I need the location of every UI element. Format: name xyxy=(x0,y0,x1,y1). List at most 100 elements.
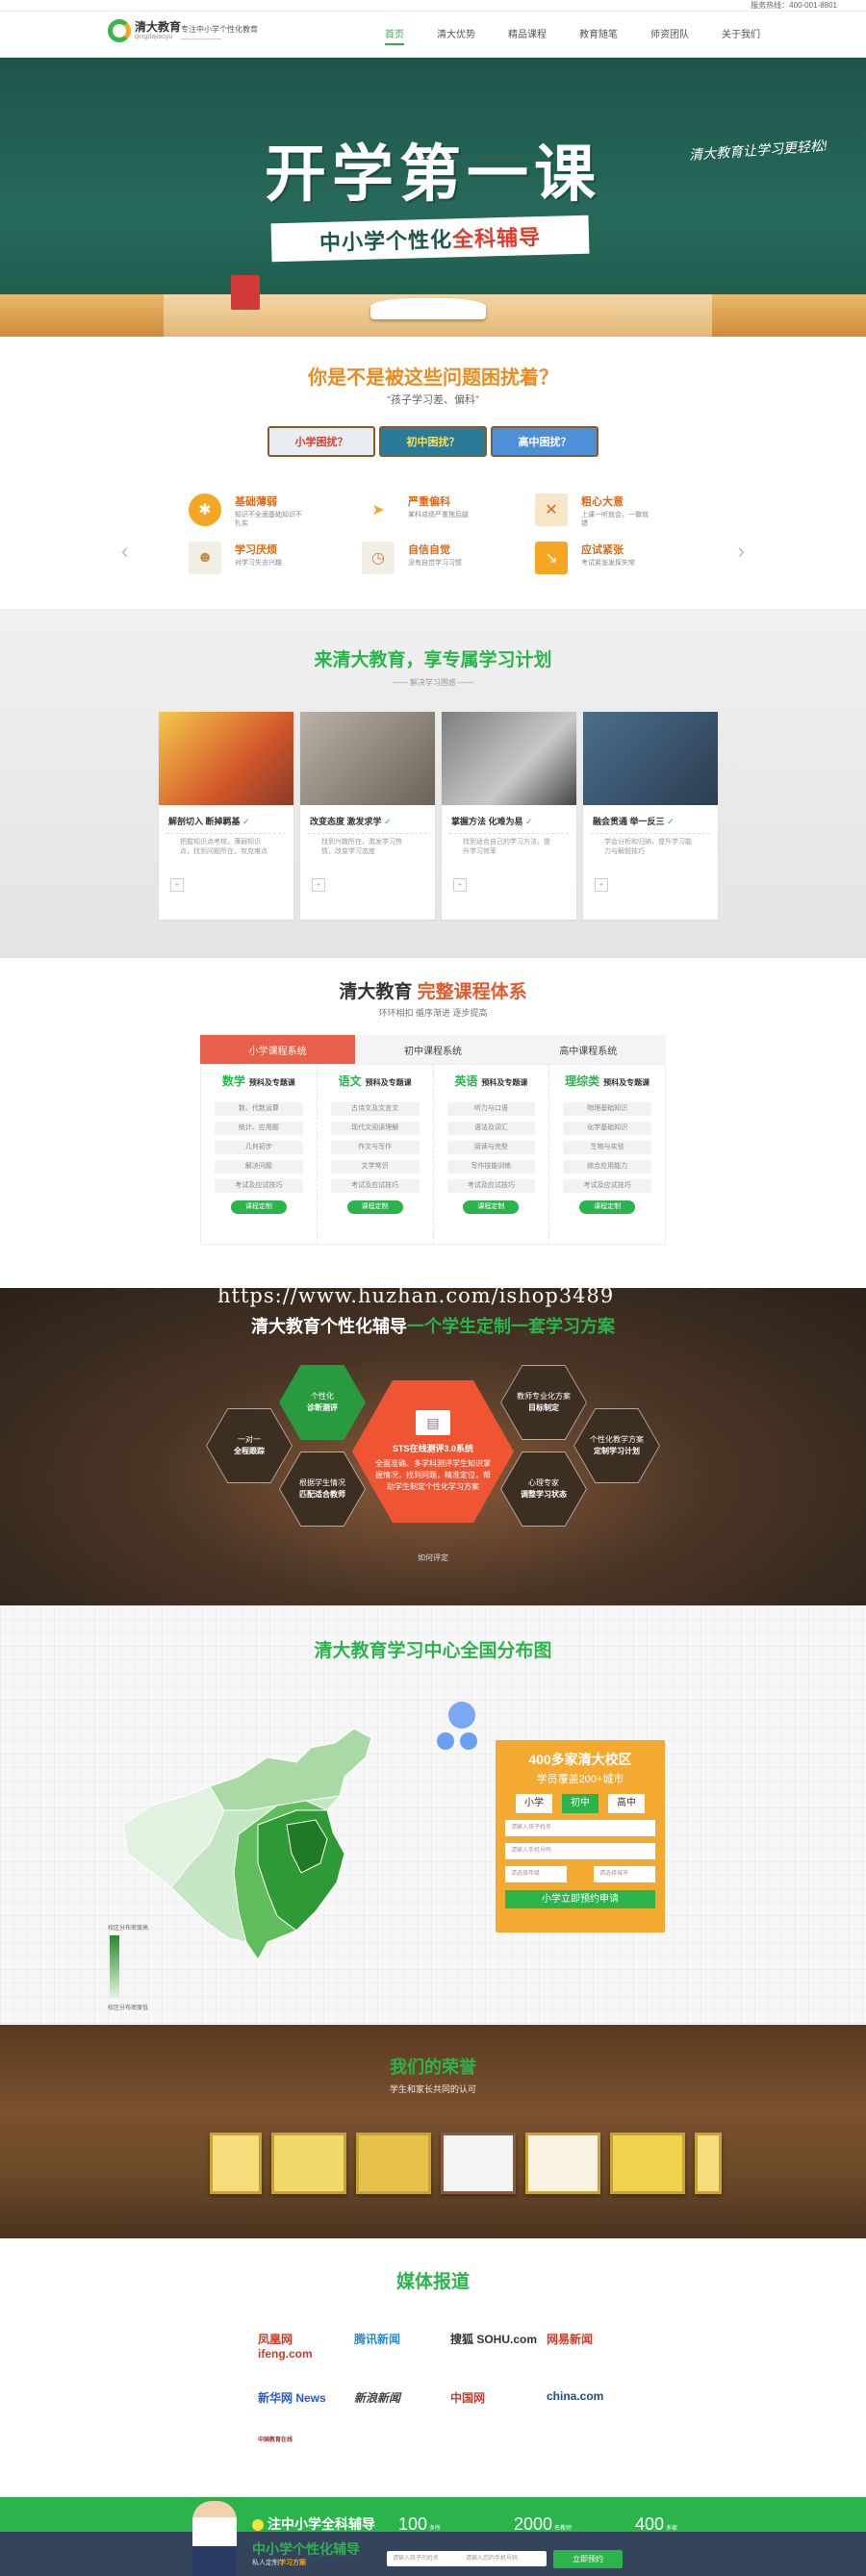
level-junior[interactable]: 初中 xyxy=(562,1794,599,1813)
course-item[interactable]: 统计、应用题 xyxy=(215,1122,303,1135)
certificate-image[interactable] xyxy=(271,2133,346,2194)
course-custom-button[interactable]: 课程定制 xyxy=(230,1200,287,1214)
tab-senior[interactable]: 高中困扰？ xyxy=(491,426,599,457)
plan-card[interactable]: 融会贯通 举一反三 ✓ 学会分析和归纳，提升学习能力与解题技巧 + xyxy=(583,712,718,920)
city-select[interactable]: 请选择城市 xyxy=(594,1866,655,1882)
bottom-submit-button[interactable]: 立即预约 xyxy=(553,2550,623,2568)
zoom-reset-icon[interactable] xyxy=(460,1732,477,1750)
hex-plan[interactable]: 个性化教学方案 定制学习计划 xyxy=(573,1408,660,1483)
sina-logo[interactable]: 新浪新闻 xyxy=(344,2389,441,2406)
header-slogan: 专注中小学个性化教育 —————— xyxy=(181,25,258,44)
course-item[interactable]: 听力与口语 xyxy=(446,1102,536,1116)
course-custom-button[interactable]: 课程定制 xyxy=(346,1200,403,1214)
certificate-image[interactable] xyxy=(356,2133,431,2194)
zoom-in-icon[interactable] xyxy=(448,1702,475,1729)
zoom-out-icon[interactable] xyxy=(437,1732,454,1750)
china-com-logo[interactable]: china.com xyxy=(537,2389,633,2406)
hex-sts-system[interactable]: ▤ STS在线测评3.0系统 全面准确、多学科测评学生知识掌握情况，找到问题，精… xyxy=(352,1380,514,1523)
certificate-image[interactable] xyxy=(610,2133,685,2194)
course-item[interactable]: 现代文阅读理解 xyxy=(330,1122,420,1135)
hero-subtitle-prefix: 中小学个性化 xyxy=(318,227,453,256)
course-item[interactable]: 文学常识 xyxy=(330,1160,420,1174)
xinhua-logo[interactable]: 新华网 News xyxy=(248,2389,344,2406)
hex-target[interactable]: 教师专业化方案 目标制定 xyxy=(500,1365,587,1440)
tab-primary-courses[interactable]: 小学课程系统 xyxy=(200,1035,356,1064)
certificate-image[interactable] xyxy=(695,2133,722,2194)
course-item[interactable]: 考试及应试技巧 xyxy=(563,1179,651,1193)
hex-teacher-match[interactable]: 根据学生情况 匹配适合教师 xyxy=(279,1452,366,1527)
course-item[interactable]: 数、代数运算 xyxy=(215,1102,303,1116)
plan-photo xyxy=(583,712,718,805)
next-arrow-icon[interactable]: › xyxy=(738,539,745,564)
china-map[interactable] xyxy=(114,1719,441,1959)
grade-select[interactable]: 请选择年级 xyxy=(505,1866,567,1882)
hex-psychology[interactable]: 心理专家 调整学习状态 xyxy=(500,1452,587,1527)
tab-junior-courses[interactable]: 初中课程系统 xyxy=(355,1035,510,1064)
course-item[interactable]: 作文与写作 xyxy=(330,1141,420,1154)
nav-teachers[interactable]: 师资团队 xyxy=(650,26,689,45)
eol-logo[interactable]: 中国教育在线 xyxy=(248,2435,344,2443)
slogan-text: 专注中小学个性化教育 xyxy=(181,25,258,34)
phone-field[interactable]: 请输入手机号码 xyxy=(505,1843,655,1859)
course-item[interactable]: 生物与实验 xyxy=(563,1141,651,1154)
course-item[interactable]: 考试及应试技巧 xyxy=(330,1179,420,1193)
course-item[interactable]: 化学基础知识 xyxy=(563,1122,651,1135)
plans-section: 来清大教育，享专属学习计划 —— 解决学习困惑 —— 解剖切入 断掉羁基 ✓ 把握… xyxy=(0,609,866,958)
presentation-icon: ▤ xyxy=(416,1410,450,1435)
level-senior[interactable]: 高中 xyxy=(608,1794,645,1813)
logo[interactable]: 清大教育 qingdajiaoyu xyxy=(108,19,181,42)
plan-more-icon[interactable]: + xyxy=(595,878,608,892)
course-item[interactable]: 物理基础知识 xyxy=(563,1102,651,1116)
course-item[interactable]: 古诗文及文言文 xyxy=(330,1102,420,1116)
certificate-image[interactable] xyxy=(525,2133,600,2194)
plan-photo xyxy=(159,712,293,805)
child-name-field[interactable]: 请输入孩子姓名 xyxy=(505,1820,655,1836)
map-zoom-control[interactable] xyxy=(435,1702,477,1761)
hex-tracking[interactable]: 一对一 全程跟踪 xyxy=(206,1408,293,1483)
course-item[interactable]: 考试及应试技巧 xyxy=(215,1179,303,1193)
tab-senior-courses[interactable]: 高中课程系统 xyxy=(511,1035,666,1064)
plan-more-icon[interactable]: + xyxy=(312,878,325,892)
china-org-logo[interactable]: 中国网 xyxy=(441,2389,537,2406)
plan-card[interactable]: 解剖切入 断掉羁基 ✓ 把握知识点考核，薄弱知识点，找到问题所在，攻克难点 + xyxy=(159,712,293,920)
course-item[interactable]: 解决问题 xyxy=(215,1160,303,1174)
netease-logo[interactable]: 网易新闻 xyxy=(537,2331,633,2361)
course-item[interactable]: 写作技能训练 xyxy=(446,1160,536,1174)
certificate-image[interactable] xyxy=(210,2133,262,2194)
plan-more-icon[interactable]: + xyxy=(170,878,184,892)
sohu-logo[interactable]: 搜狐 SOHU.com xyxy=(441,2331,537,2361)
tab-primary[interactable]: 小学困扰？ xyxy=(267,426,375,457)
form-subtitle: 学员覆盖200+城市 xyxy=(536,1774,624,1785)
tab-junior[interactable]: 初中困扰？ xyxy=(379,426,487,457)
problem-desc: 知识不全面基础知识不扎实 xyxy=(235,512,302,527)
course-item[interactable]: 考试及应试技巧 xyxy=(446,1179,536,1193)
plan-card[interactable]: 掌握方法 化难为易 ✓ 找到适合自己的学习方法，提升学习效率 + xyxy=(442,712,576,920)
course-item[interactable]: 语法及词汇 xyxy=(446,1122,536,1135)
prev-arrow-icon[interactable]: ‹ xyxy=(121,539,128,564)
submit-button[interactable]: 小学立即预约申请 xyxy=(505,1890,655,1908)
plans-subtitle: —— 解决学习困惑 —— xyxy=(392,678,474,687)
qq-news-logo[interactable]: 腾讯新闻 xyxy=(344,2331,441,2361)
course-item[interactable]: 几何初步 xyxy=(215,1141,303,1154)
nav-home[interactable]: 首页 xyxy=(385,26,404,45)
certificate-image[interactable] xyxy=(441,2133,516,2194)
nav-about[interactable]: 关于我们 xyxy=(722,26,760,45)
nav-courses[interactable]: 精品课程 xyxy=(508,26,547,45)
course-item[interactable]: 综合应用能力 xyxy=(563,1160,651,1174)
pencil-cup-icon xyxy=(231,275,260,310)
nav-advantage[interactable]: 清大优势 xyxy=(437,26,475,45)
top-strip: 服务热线：400-001-8801 xyxy=(0,0,866,12)
ifeng-logo[interactable]: 凤凰网 ifeng.com xyxy=(248,2331,344,2361)
course-item[interactable]: 阅读与完型 xyxy=(446,1141,536,1154)
course-custom-button[interactable]: 课程定制 xyxy=(579,1200,636,1214)
hex-diagnosis[interactable]: 个性化 诊断测评 xyxy=(279,1365,366,1440)
nav-essays[interactable]: 教育随笔 xyxy=(579,26,618,45)
hero-banner[interactable]: 清大教育让学习更轻松! 开学第一课 中小学个性化 全科辅导 xyxy=(0,58,866,337)
bottom-phone-field[interactable]: 请输入您的手机号码 xyxy=(460,2551,547,2566)
course-custom-button[interactable]: 课程定制 xyxy=(463,1200,520,1214)
plan-more-icon[interactable]: + xyxy=(453,878,467,892)
assessment-link[interactable]: 如何评定 xyxy=(0,1553,866,1563)
level-primary[interactable]: 小学 xyxy=(516,1794,552,1813)
plan-card[interactable]: 改变态度 激发求学 ✓ 找到兴趣所在，激发学习热情，改变学习态度 + xyxy=(300,712,435,920)
logo-mark-icon xyxy=(108,19,131,42)
